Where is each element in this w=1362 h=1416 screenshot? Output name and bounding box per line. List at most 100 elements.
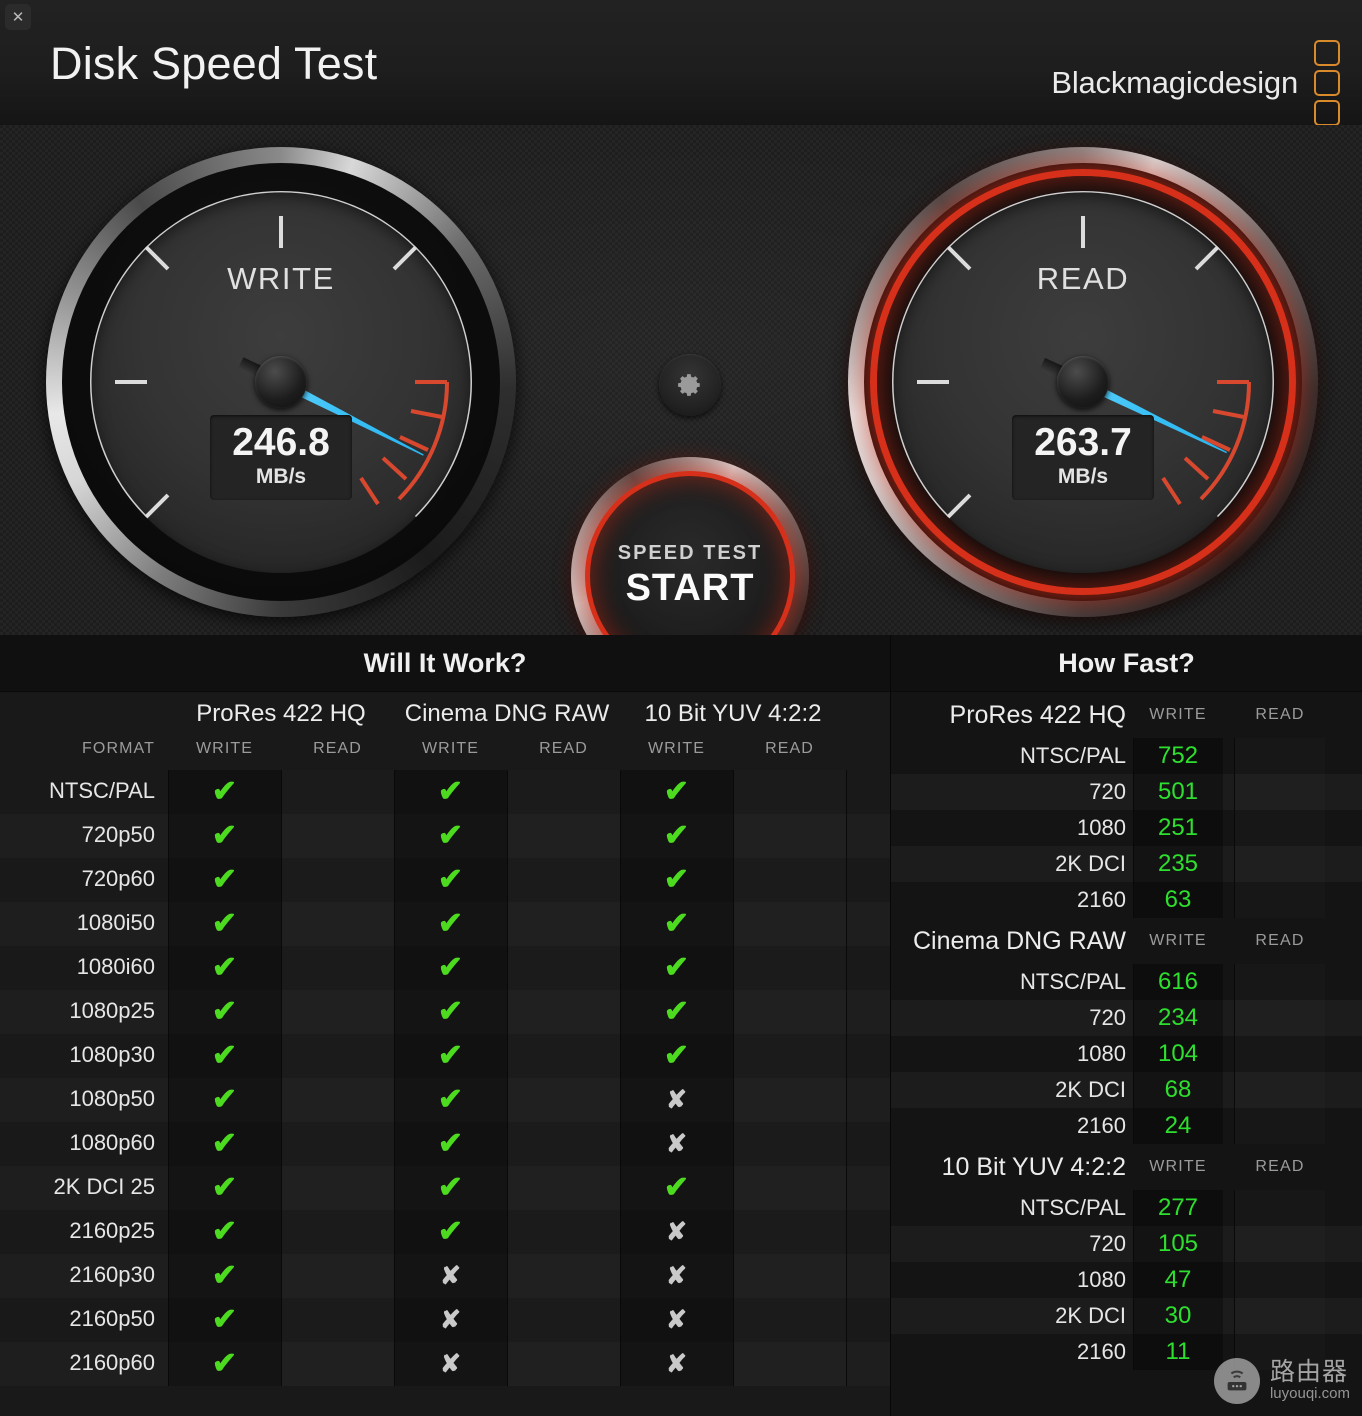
start-button-sublabel: SPEED TEST xyxy=(617,542,763,564)
column-separator xyxy=(281,770,282,1386)
check-icon: ✔ xyxy=(211,1303,238,1336)
check-icon: ✔ xyxy=(211,1171,238,1204)
format-label: 1080i60 xyxy=(76,954,155,979)
format-label: 2160p25 xyxy=(69,1218,155,1243)
write-speed-value: 234 xyxy=(1133,1000,1223,1036)
support-cell: ✔ xyxy=(620,1166,733,1210)
support-cell: ✔ xyxy=(168,902,281,946)
read-speed-value xyxy=(1235,774,1325,810)
support-cell xyxy=(507,814,620,858)
check-icon: ✔ xyxy=(211,995,238,1028)
brand-name: Blackmagicdesign xyxy=(1051,65,1298,100)
support-cell: ✔ xyxy=(394,1034,507,1078)
how-fast-table: ProRes 422 HQ WRITE READ NTSC/PAL 752 720 501 1… xyxy=(891,692,1362,1370)
check-icon: ✔ xyxy=(437,1127,464,1160)
support-cell: ✔ xyxy=(394,814,507,858)
codec-group-name: Cinema DNG RAW xyxy=(913,927,1126,955)
resolution-label: NTSC/PAL xyxy=(1020,969,1126,994)
write-speed-value: 30 xyxy=(1133,1298,1223,1334)
cross-icon: ✘ xyxy=(666,1085,687,1114)
write-gauge-face: WRITE 246.8 MB/s xyxy=(90,191,472,573)
table-row: 2K DCI 68 xyxy=(891,1072,1362,1108)
check-icon: ✔ xyxy=(437,819,464,852)
support-cell: ✘ xyxy=(620,1122,733,1166)
page-title: Disk Speed Test xyxy=(50,38,378,89)
column-separator xyxy=(1234,738,1235,918)
table-row: 1080i60 ✔ ✔ ✔ xyxy=(0,946,890,990)
support-cell: ✔ xyxy=(620,946,733,990)
write-speed-value: 47 xyxy=(1133,1262,1223,1298)
support-cell xyxy=(733,990,846,1034)
check-icon: ✔ xyxy=(663,995,690,1028)
support-cell xyxy=(733,770,846,814)
table-row: NTSC/PAL 752 xyxy=(891,738,1362,774)
support-cell xyxy=(281,1298,394,1342)
column-separator xyxy=(1234,964,1235,1144)
cross-icon: ✘ xyxy=(666,1129,687,1158)
read-speed-value xyxy=(1235,1108,1325,1144)
will-it-work-table: ProRes 422 HQ Cinema DNG RAW 10 Bit YUV 4:… xyxy=(0,692,890,1386)
support-cell xyxy=(733,1122,846,1166)
support-cell xyxy=(507,1210,620,1254)
column-separator xyxy=(1234,1190,1235,1370)
table-row: 1080p25 ✔ ✔ ✔ xyxy=(0,990,890,1034)
table-row: NTSC/PAL 616 xyxy=(891,964,1362,1000)
support-cell xyxy=(507,858,620,902)
will-it-work-title: Will It Work? xyxy=(0,635,890,692)
support-cell xyxy=(507,1298,620,1342)
table-row: 2160p50 ✔ ✘ ✘ xyxy=(0,1298,890,1342)
support-cell xyxy=(507,1342,620,1386)
support-cell xyxy=(733,1210,846,1254)
table-row: 2K DCI 30 xyxy=(891,1298,1362,1334)
check-icon: ✔ xyxy=(663,819,690,852)
support-cell xyxy=(281,1078,394,1122)
brand-mark-icon xyxy=(1314,40,1340,126)
support-cell xyxy=(507,1166,620,1210)
read-speed-value xyxy=(1235,1262,1325,1298)
read-speed-value xyxy=(1235,810,1325,846)
check-icon: ✔ xyxy=(211,775,238,808)
support-cell xyxy=(733,1078,846,1122)
read-speed-value xyxy=(1235,882,1325,918)
cross-icon: ✘ xyxy=(666,1349,687,1378)
check-icon: ✔ xyxy=(211,907,238,940)
support-cell xyxy=(733,902,846,946)
support-cell: ✘ xyxy=(620,1342,733,1386)
close-icon[interactable]: ✕ xyxy=(5,4,31,30)
title-bar: ✕ Disk Speed Test Blackmagicdesign xyxy=(0,0,1362,126)
codec-group-rows: NTSC/PAL 752 720 501 1080 251 2K DCI 235 2160 63 xyxy=(891,738,1362,918)
resolution-label: NTSC/PAL xyxy=(1020,1195,1126,1220)
resolution-label: 2K DCI xyxy=(1055,1303,1126,1328)
read-speed-value xyxy=(1235,964,1325,1000)
column-subheader: WRITE xyxy=(647,740,706,757)
check-icon: ✔ xyxy=(211,1083,238,1116)
table-row: 2160p25 ✔ ✔ ✘ xyxy=(0,1210,890,1254)
check-icon: ✔ xyxy=(211,1347,238,1380)
support-cell: ✔ xyxy=(168,1342,281,1386)
support-cell: ✔ xyxy=(168,1210,281,1254)
read-gauge-label: READ xyxy=(1036,261,1130,296)
column-separator xyxy=(394,770,395,1386)
support-cell: ✘ xyxy=(394,1298,507,1342)
settings-button[interactable] xyxy=(659,354,721,416)
support-cell: ✔ xyxy=(168,1254,281,1298)
support-cell: ✘ xyxy=(620,1210,733,1254)
cross-icon: ✘ xyxy=(666,1305,687,1334)
support-cell: ✘ xyxy=(394,1254,507,1298)
support-cell: ✔ xyxy=(168,1034,281,1078)
support-cell: ✔ xyxy=(620,770,733,814)
column-separator xyxy=(1133,1190,1134,1370)
cross-icon: ✘ xyxy=(666,1261,687,1290)
format-label: 1080p30 xyxy=(69,1042,155,1067)
codec-group-headers: ProRes 422 HQ Cinema DNG RAW 10 Bit YUV 4:… xyxy=(0,692,890,736)
support-cell xyxy=(281,858,394,902)
format-label: 720p50 xyxy=(81,822,155,847)
column-subheader: WRITE xyxy=(195,740,254,757)
support-cell: ✔ xyxy=(394,990,507,1034)
support-cell xyxy=(733,1298,846,1342)
support-cell xyxy=(507,990,620,1034)
router-icon xyxy=(1213,1358,1260,1404)
table-row: 720 501 xyxy=(891,774,1362,810)
support-cell: ✔ xyxy=(620,858,733,902)
write-gauge-label: WRITE xyxy=(227,261,335,296)
